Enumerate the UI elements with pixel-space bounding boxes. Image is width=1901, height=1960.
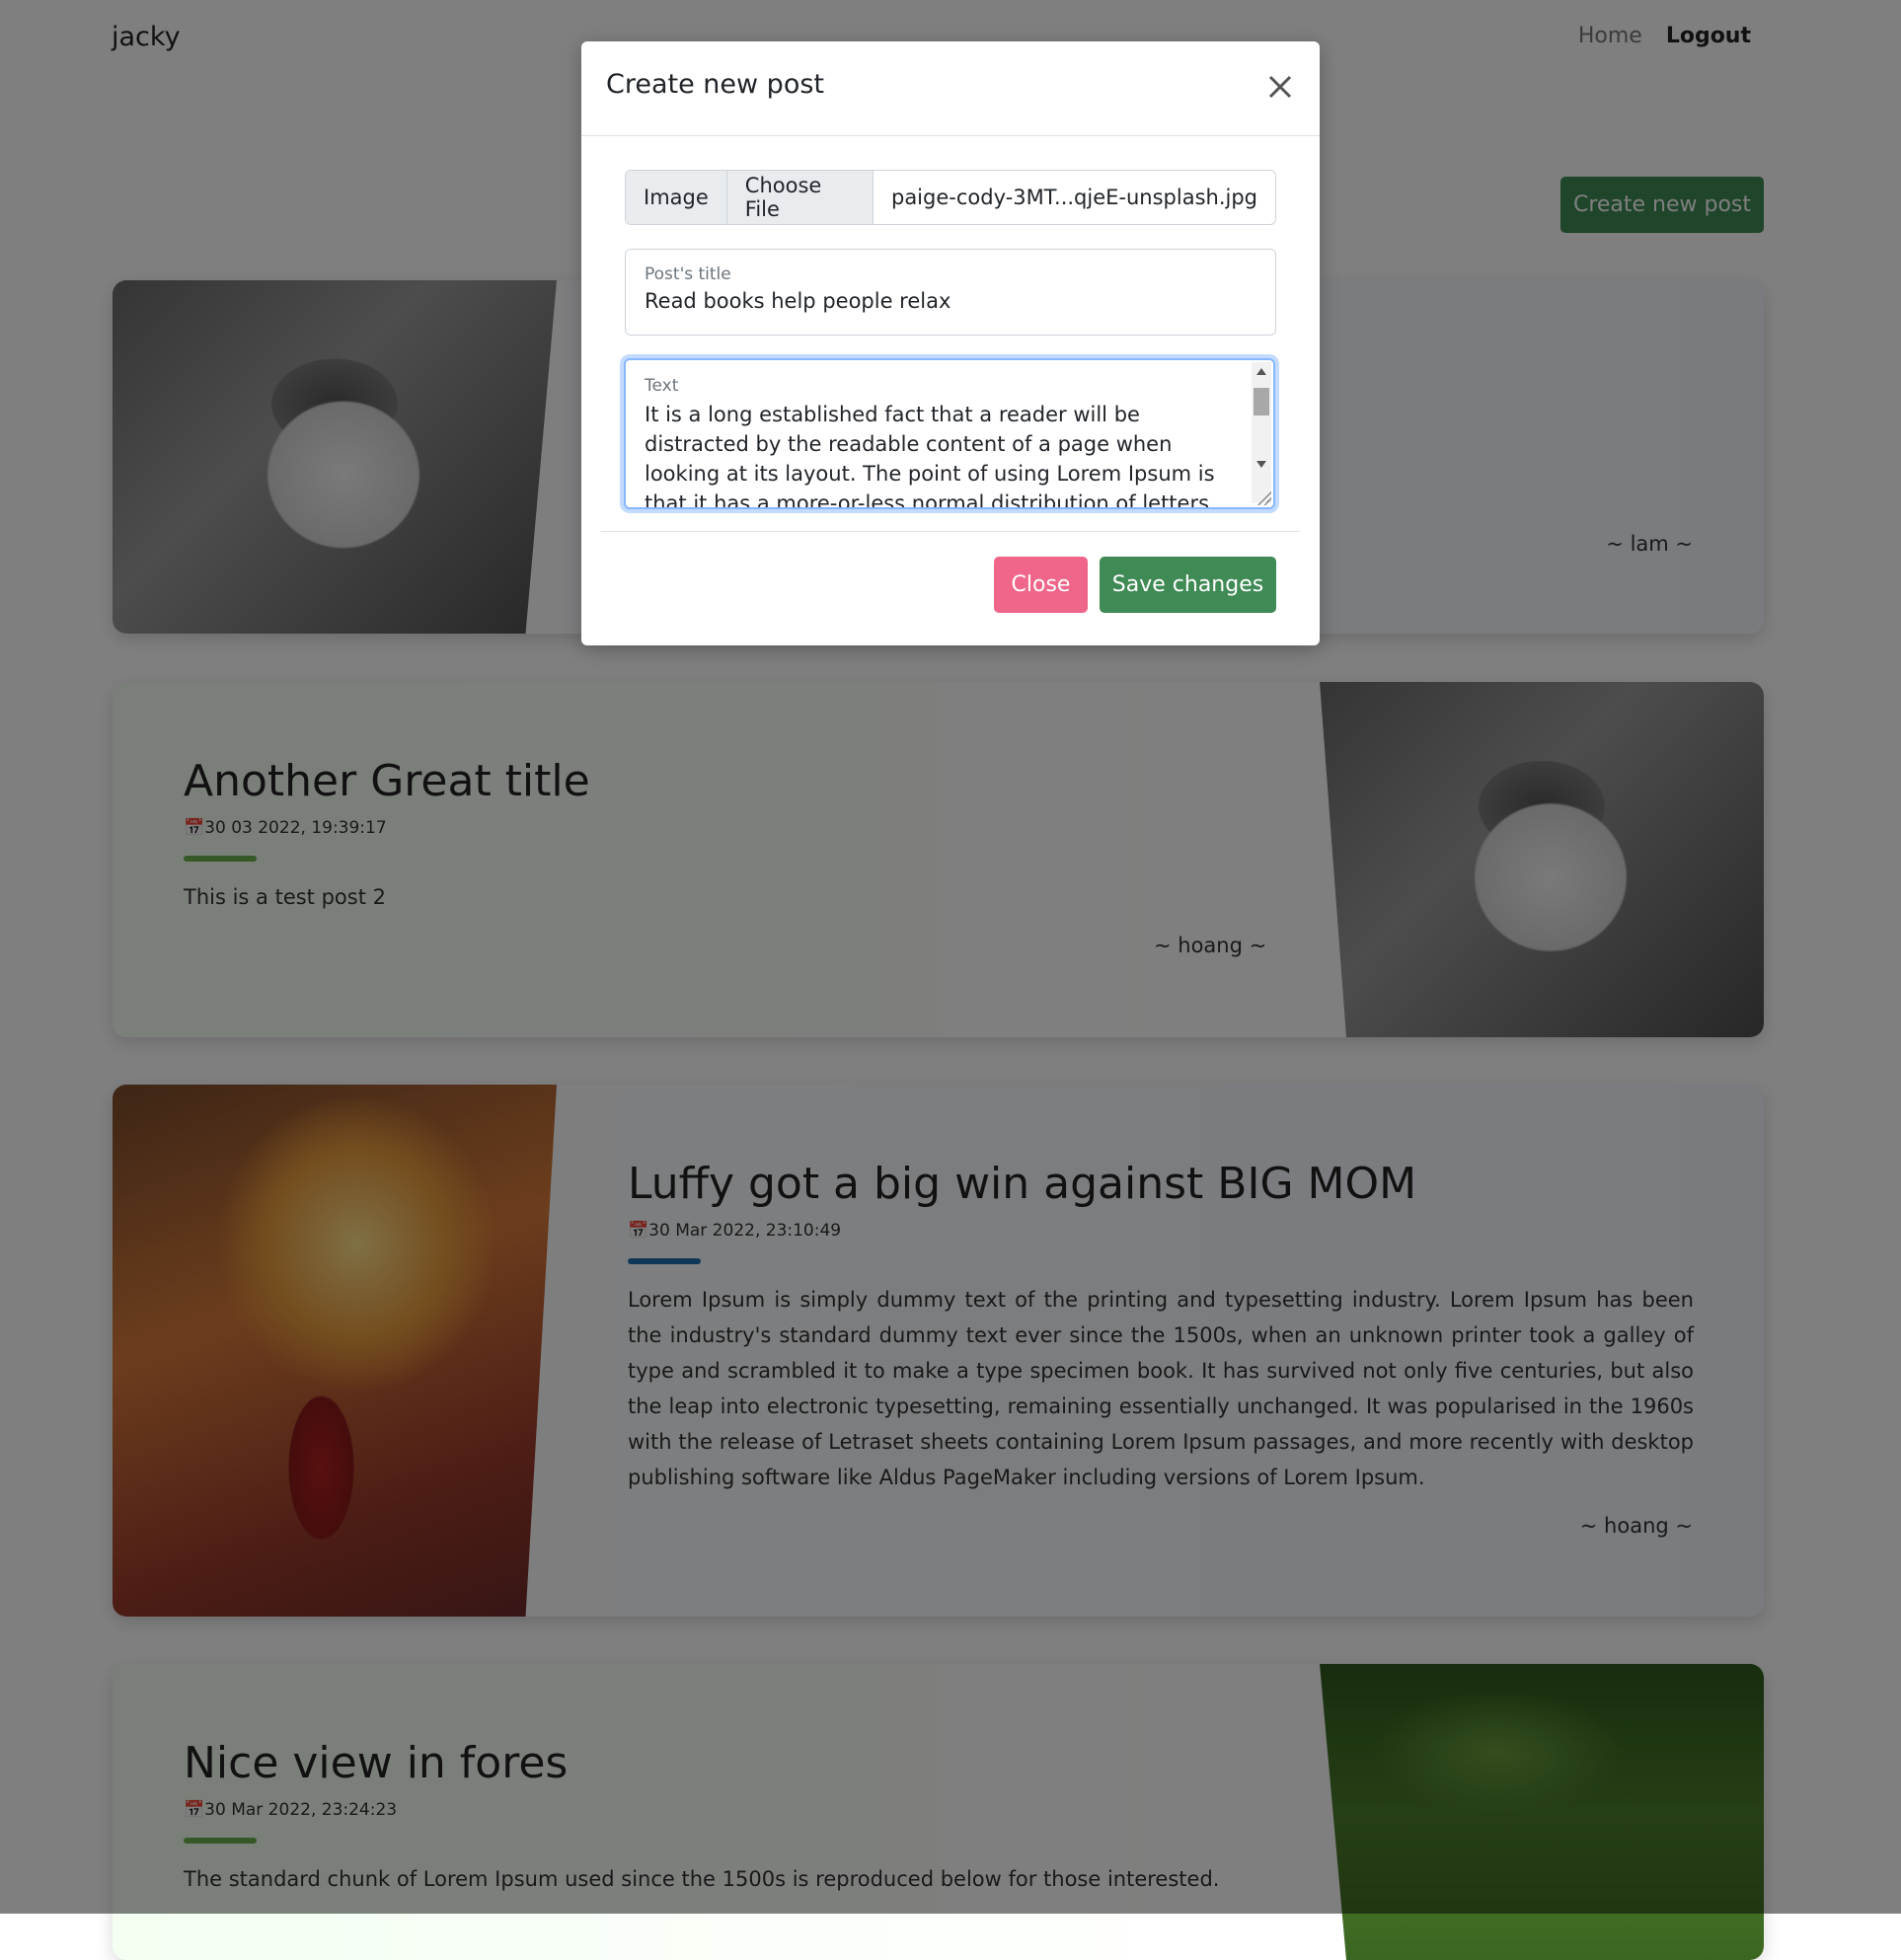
- post-text-label: Text: [645, 376, 679, 396]
- choose-file-button[interactable]: Choose File: [726, 171, 874, 224]
- close-button[interactable]: Close: [994, 557, 1088, 613]
- modal-title: Create new post: [606, 69, 824, 100]
- resize-grip-icon[interactable]: [1255, 490, 1271, 505]
- page: jacky Home Logout Create new post ~ lam …: [0, 0, 1901, 1960]
- scroll-down-icon[interactable]: [1256, 461, 1266, 468]
- image-input-label: Image: [626, 171, 727, 224]
- post-title-field[interactable]: Post's title Read books help people rela…: [625, 249, 1276, 336]
- post-text-field[interactable]: Text It is a long established fact that …: [624, 358, 1275, 509]
- scroll-up-icon[interactable]: [1256, 368, 1266, 375]
- selected-file-name: paige-cody-3MT...qjeE-unsplash.jpg: [890, 186, 1257, 209]
- modal-header: Create new post: [581, 41, 1320, 136]
- post-title-input[interactable]: Read books help people relax: [645, 289, 950, 313]
- textarea-scrollbar[interactable]: [1252, 362, 1271, 503]
- scroll-thumb[interactable]: [1254, 388, 1269, 415]
- create-post-modal: Create new post Image Choose File paige-…: [581, 41, 1320, 645]
- post-title-label: Post's title: [645, 264, 731, 284]
- post-text-textarea[interactable]: It is a long established fact that a rea…: [645, 400, 1233, 507]
- modal-footer-divider: [601, 531, 1300, 532]
- image-file-input[interactable]: Image Choose File paige-cody-3MT...qjeE-…: [625, 170, 1276, 225]
- save-changes-button[interactable]: Save changes: [1100, 557, 1276, 613]
- close-icon[interactable]: [1260, 67, 1300, 107]
